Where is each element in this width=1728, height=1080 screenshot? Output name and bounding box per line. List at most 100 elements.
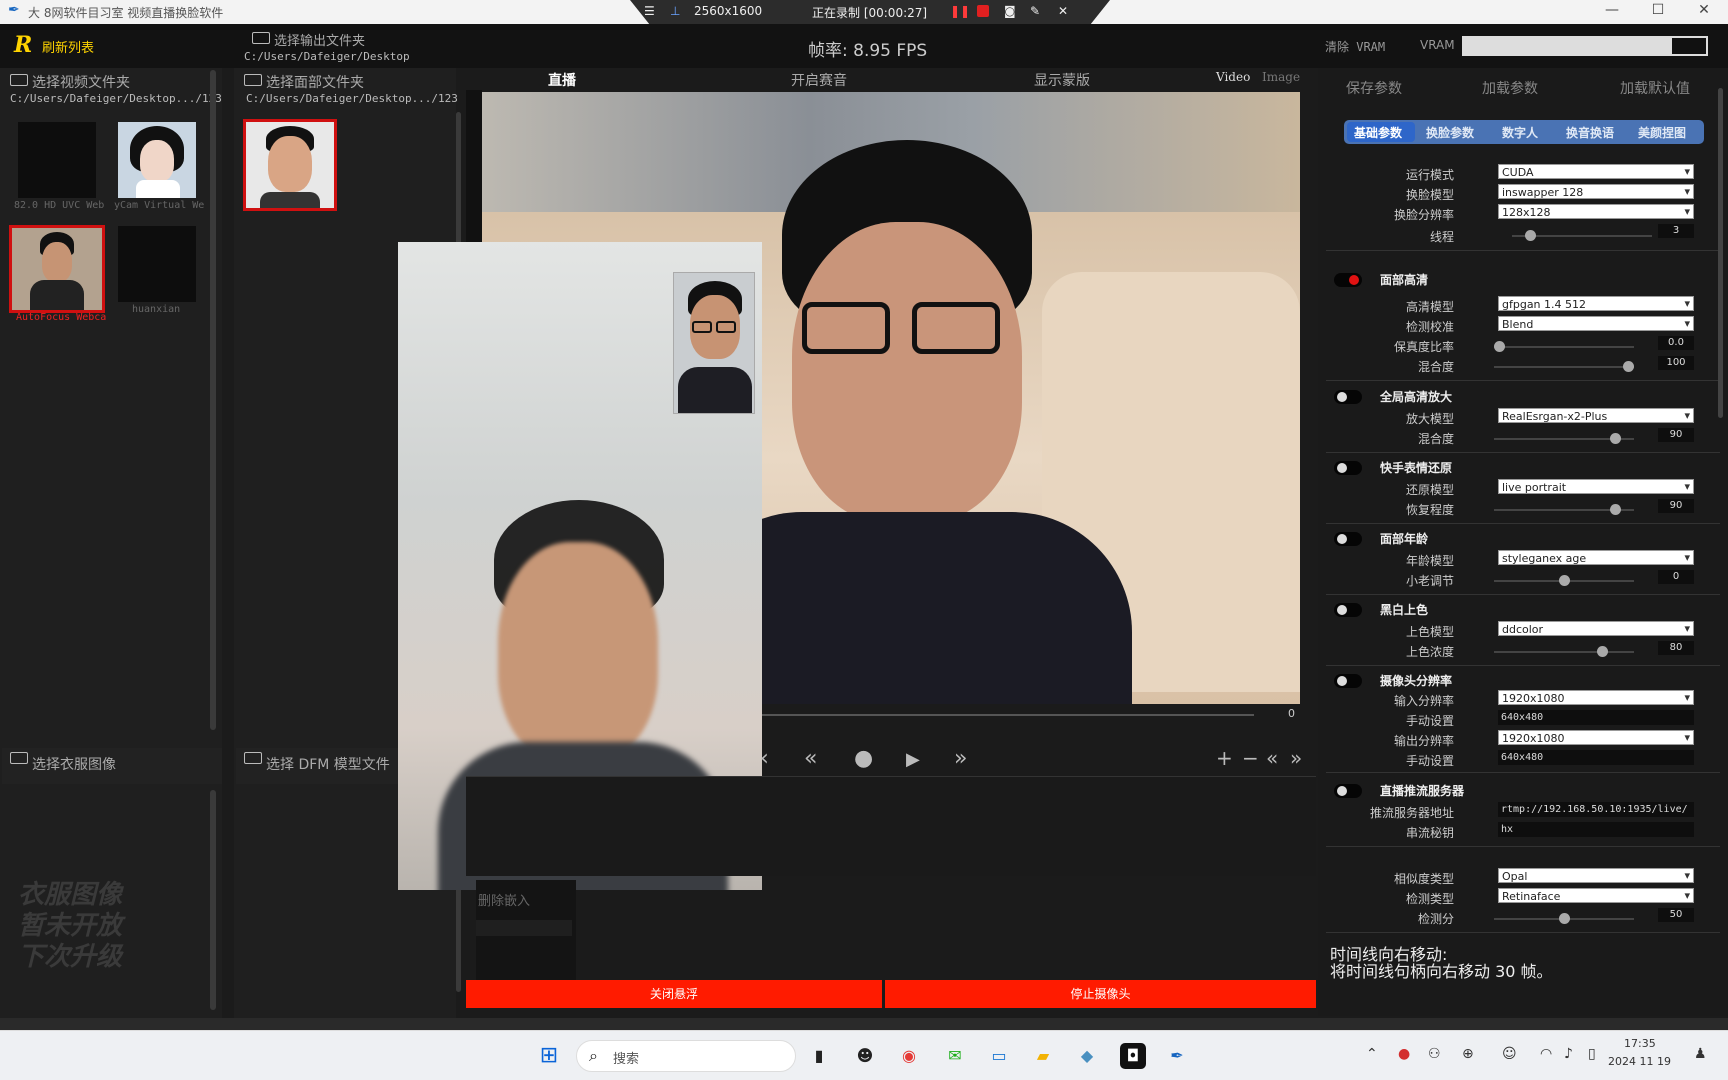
color-model-select[interactable]: ddcolor <box>1498 621 1694 636</box>
record-button[interactable]: ● <box>854 746 873 771</box>
add-marker-button[interactable]: + <box>1216 746 1233 770</box>
threads-slider[interactable] <box>1512 230 1652 241</box>
select-video-folder[interactable]: 选择视频文件夹 C:/Users/Dafeiger/Desktop.../123 <box>2 70 222 110</box>
record-tray-icon[interactable]: ● <box>1398 1046 1410 1062</box>
maximize-button[interactable]: ☐ <box>1638 2 1678 18</box>
remove-marker-button[interactable]: − <box>1242 746 1259 770</box>
notification-icon[interactable]: ♟ <box>1694 1046 1707 1062</box>
swap-model-select[interactable]: inswapper 128 <box>1498 184 1694 199</box>
pin-icon[interactable]: ⊥ <box>670 4 680 18</box>
close-float-button[interactable]: 关闭悬浮 <box>466 980 882 1008</box>
fidelity-slider[interactable] <box>1494 341 1634 352</box>
expr-toggle[interactable] <box>1334 461 1362 475</box>
det-type-select[interactable]: Retinaface <box>1498 888 1694 903</box>
app-icon[interactable]: ◆ <box>1074 1043 1100 1069</box>
jump-left-button[interactable]: « <box>1266 746 1278 770</box>
taskbar-search[interactable]: ⌕ 搜索 <box>576 1040 796 1072</box>
run-mode-select[interactable]: CUDA <box>1498 164 1694 179</box>
clock-time[interactable]: 17:35 <box>1624 1037 1656 1050</box>
refresh-list-button[interactable]: 刷新列表 <box>42 37 94 56</box>
colorize-toggle[interactable] <box>1334 603 1362 617</box>
menu-icon[interactable]: ☰ <box>644 4 655 18</box>
color-strength-slider[interactable] <box>1494 646 1634 657</box>
battery-icon[interactable]: ▯ <box>1588 1046 1596 1062</box>
upscale-blend-slider[interactable] <box>1494 433 1634 444</box>
play-button[interactable]: ▶ <box>906 749 920 770</box>
settings-scrollbar[interactable] <box>1718 88 1723 418</box>
stop-camera-button[interactable]: 停止摄像头 <box>885 980 1316 1008</box>
slider-knob[interactable] <box>1558 575 1570 586</box>
expr-model-select[interactable]: live portrait <box>1498 479 1694 494</box>
pen-icon[interactable]: ✎ <box>1030 4 1040 18</box>
mode-image[interactable]: Image <box>1262 70 1300 84</box>
server-input[interactable]: rtmp://192.168.50.10:1935/live/ <box>1498 802 1694 817</box>
task-view-icon[interactable]: ▮ <box>806 1043 832 1069</box>
manual1-input[interactable]: 640x480 <box>1498 710 1694 725</box>
forward-button[interactable]: » <box>954 746 967 771</box>
feather-app-icon[interactable]: ✒ <box>1164 1043 1190 1069</box>
clock-date[interactable]: 2024 11 19 <box>1608 1055 1671 1068</box>
tray-expand-icon[interactable]: ⌃ <box>1366 1046 1378 1062</box>
stream-toggle[interactable] <box>1334 784 1362 798</box>
upscale-model-select[interactable]: RealEsrgan-x2-Plus <box>1498 408 1694 423</box>
tab-mask[interactable]: 显示蒙版 <box>1034 70 1090 90</box>
monitor-app-icon[interactable]: ▭ <box>986 1043 1012 1069</box>
manual2-input[interactable]: 640x480 <box>1498 750 1694 765</box>
source-thumb[interactable]: yCam Virtual Webcam <box>114 122 204 211</box>
tab-beauty[interactable]: 美颜捏图 <box>1638 124 1686 141</box>
close-recording-icon[interactable]: ✕ <box>1058 4 1068 18</box>
age-toggle[interactable] <box>1334 532 1362 546</box>
tab-digital-human[interactable]: 数字人 <box>1502 124 1538 141</box>
slider-knob[interactable] <box>1623 361 1634 372</box>
enh-model-select[interactable]: gfpgan 1.4 512 <box>1498 296 1694 311</box>
key-input[interactable]: hx <box>1498 822 1694 837</box>
blend-slider[interactable] <box>1494 361 1634 372</box>
rewind-button[interactable]: « <box>804 746 817 771</box>
age-adj-slider[interactable] <box>1494 575 1634 586</box>
score-slider[interactable] <box>1494 913 1634 924</box>
start-icon[interactable]: ⊞ <box>536 1043 562 1069</box>
chat-icon[interactable]: ☺ <box>1502 1046 1517 1062</box>
sim-select[interactable]: Opal <box>1498 868 1694 883</box>
source-thumb-selected[interactable]: AutoFocus Webcam <box>9 225 106 323</box>
pause-icon[interactable]: ❚❚ <box>950 4 970 18</box>
upscale-toggle[interactable] <box>1334 390 1362 404</box>
chrome-icon[interactable]: ◉ <box>896 1043 922 1069</box>
timeline-slider[interactable] <box>762 714 1254 716</box>
wechat-icon[interactable]: ✉ <box>942 1043 968 1069</box>
file-explorer-icon[interactable]: ▰ <box>1030 1043 1056 1069</box>
in-res-select[interactable]: 1920x1080 <box>1498 690 1694 705</box>
tab-voice-lang[interactable]: 换音换语 <box>1566 124 1614 141</box>
swap-res-select[interactable]: 128x128 <box>1498 204 1694 219</box>
capcut-icon[interactable]: ◘ <box>1120 1043 1146 1069</box>
network-app-icon[interactable]: ⚇ <box>1428 1046 1441 1062</box>
tab-live[interactable]: 直播 <box>548 70 576 90</box>
scrollbar[interactable] <box>210 70 216 730</box>
save-params-button[interactable]: 保存参数 <box>1346 78 1402 98</box>
close-button[interactable]: ✕ <box>1684 2 1724 18</box>
select-clothes-image[interactable]: 选择衣服图像 <box>2 748 222 784</box>
wifi-icon[interactable]: ◠ <box>1540 1046 1552 1062</box>
age-model-select[interactable]: styleganex age <box>1498 550 1694 565</box>
expr-level-slider[interactable] <box>1494 504 1634 515</box>
source-thumb[interactable]: huanxian <box>118 226 196 315</box>
detect-select[interactable]: Blend <box>1498 316 1694 331</box>
source-thumb[interactable]: 82.0 HD UVC WebCam <box>14 122 104 211</box>
slider-knob[interactable] <box>1610 433 1622 444</box>
scrollbar[interactable] <box>210 790 216 1010</box>
slider-knob[interactable] <box>1494 341 1505 352</box>
tab-swap[interactable]: 换脸参数 <box>1426 124 1474 141</box>
load-default-button[interactable]: 加载默认值 <box>1620 78 1690 98</box>
camera-icon[interactable]: ◙ <box>1004 4 1016 18</box>
select-face-folder[interactable]: 选择面部文件夹 C:/Users/Dafeiger/Desktop.../123 <box>236 70 458 110</box>
embed-name-field[interactable] <box>476 920 572 936</box>
minimize-button[interactable]: — <box>1592 2 1632 18</box>
alien-app-icon[interactable]: ☻ <box>852 1043 878 1069</box>
tab-voice[interactable]: 开启赛音 <box>791 70 847 90</box>
out-res-select[interactable]: 1920x1080 <box>1498 730 1694 745</box>
volume-icon[interactable]: ♪ <box>1564 1046 1573 1062</box>
jump-right-button[interactable]: » <box>1290 746 1302 770</box>
select-output-folder[interactable]: 选择输出文件夹 C:/Users/Dafeiger/Desktop <box>244 28 464 68</box>
load-params-button[interactable]: 加载参数 <box>1482 78 1538 98</box>
slider-knob[interactable] <box>1558 913 1570 924</box>
